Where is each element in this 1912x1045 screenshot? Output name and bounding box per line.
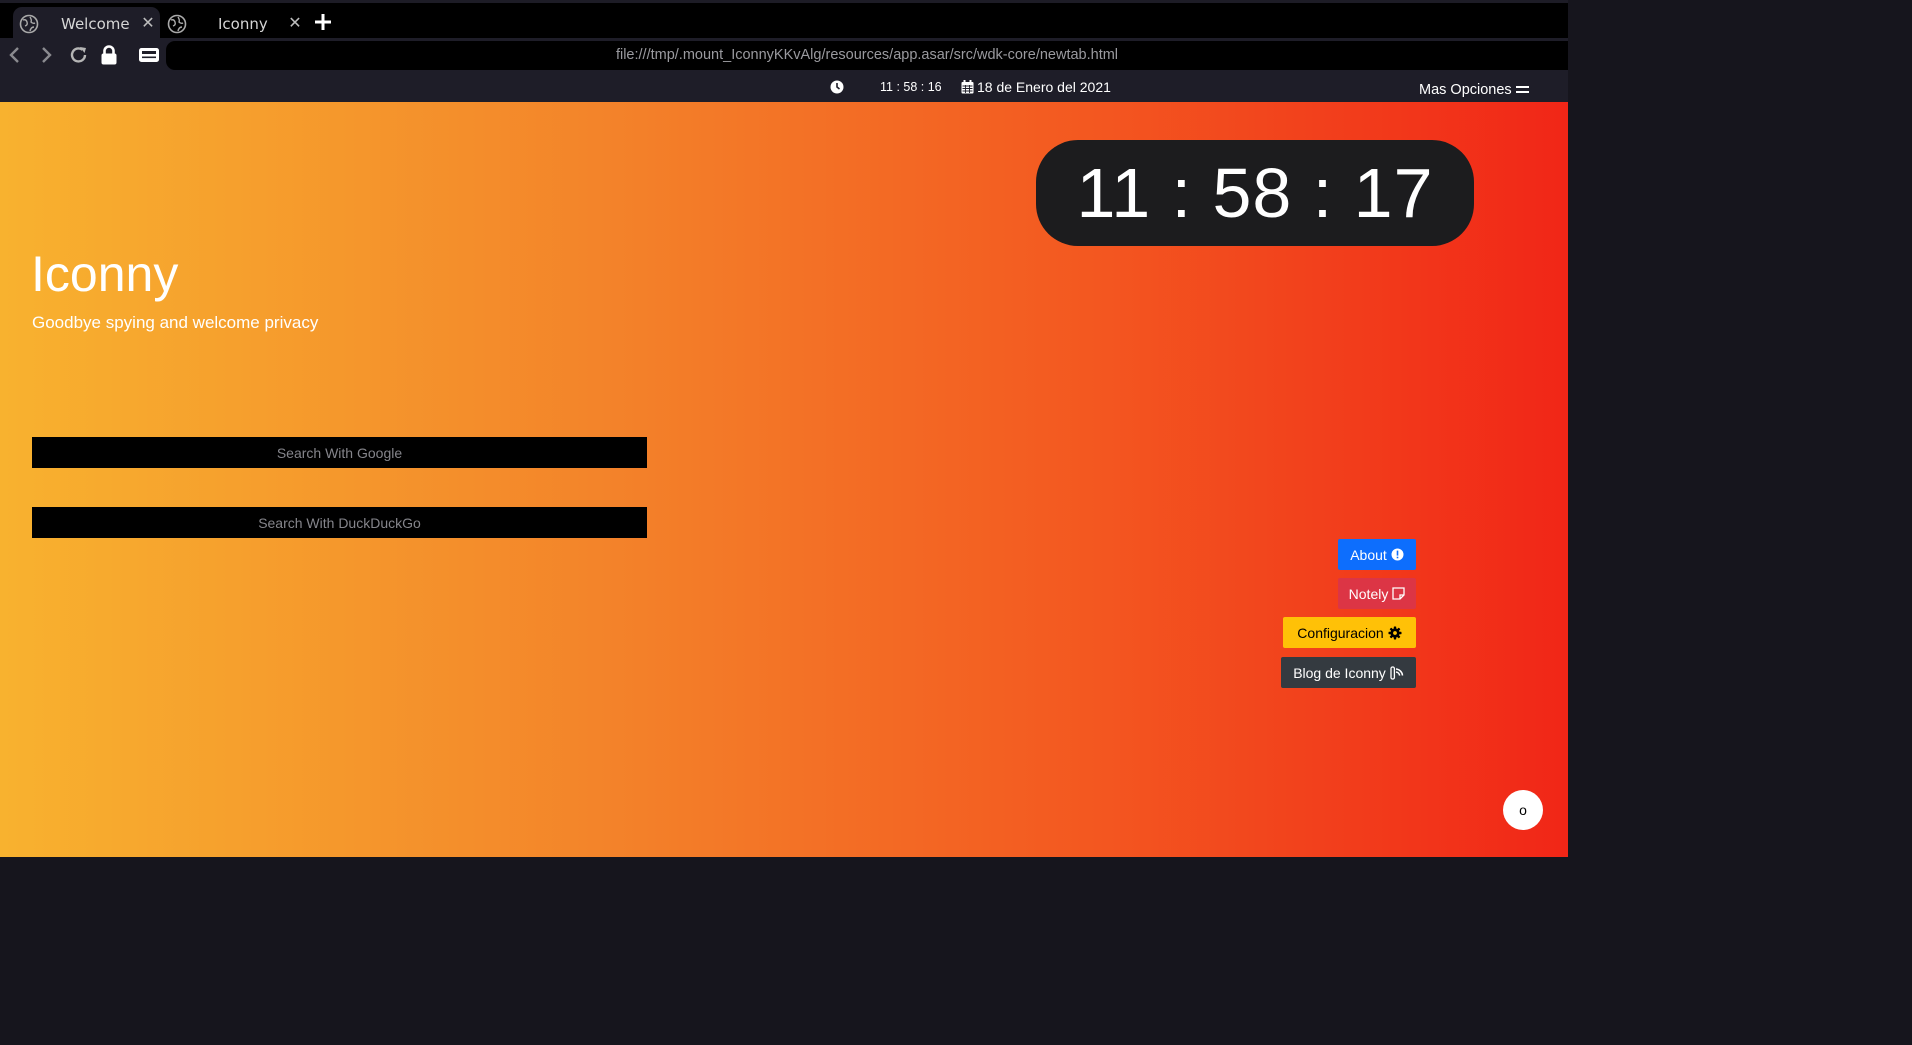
tab-iconny[interactable]: Iconny ✕ [161,7,306,41]
notely-label: Notely [1348,585,1389,602]
configuracion-label: Configuracion [1297,624,1384,641]
sticky-note-icon [1392,587,1405,600]
duckduckgo-search-input[interactable] [32,507,647,538]
configuracion-button[interactable]: Configuracion [1283,617,1416,648]
globe-icon [167,14,187,34]
tab-close-icon[interactable]: ✕ [139,13,157,33]
browser-window: Welcome ✕ Iconny ✕ file:///tmp/.mount_Ic… [0,0,1568,857]
card-icon[interactable] [137,43,161,67]
forward-arrow-icon[interactable] [34,43,58,67]
tab-close-icon[interactable]: ✕ [286,13,304,33]
hamburger-icon [1516,86,1529,93]
page-title: Iconny [31,246,179,302]
toolbar-date: 18 de Enero del 2021 [977,79,1111,95]
google-search-input[interactable] [32,437,647,468]
about-button[interactable]: About [1338,539,1416,570]
info-bar: 11 : 58 : 16 18 de Enero del 2021 Mas Op… [0,72,1568,106]
floating-action-button[interactable]: o [1503,790,1543,830]
blog-label: Blog de Iconny [1293,664,1386,681]
reload-icon[interactable] [67,43,91,67]
page-subtitle: Goodbye spying and welcome privacy [32,313,319,332]
tab-title: Iconny [218,15,268,33]
more-options-label: Mas Opciones [1419,82,1512,98]
calendar-icon [961,80,974,94]
notely-button[interactable]: Notely [1338,578,1416,609]
info-circle-icon [1391,548,1404,561]
big-clock: 11 : 58 : 17 [1036,140,1474,246]
back-arrow-icon[interactable] [3,43,27,67]
tab-title: Welcome [61,15,130,33]
about-label: About [1350,546,1387,563]
new-tab-plus-icon[interactable] [312,11,334,33]
tab-strip: Welcome ✕ Iconny ✕ [0,0,1568,41]
blog-button[interactable]: Blog de Iconny [1281,657,1416,688]
lock-icon[interactable] [97,43,121,67]
tab-welcome[interactable]: Welcome ✕ [13,7,160,41]
newtab-page: 11 : 58 : 17 Iconny Goodbye spying and w… [0,102,1568,857]
gear-icon [1388,626,1402,639]
clock-icon [830,80,844,94]
toolbar-time: 11 : 58 : 16 [880,80,942,94]
navigation-bar: file:///tmp/.mount_IconnyKKvAlg/resource… [0,38,1568,72]
more-options-button[interactable]: Mas Opciones [1378,72,1568,106]
rss-icon [1390,665,1404,680]
url-bar[interactable]: file:///tmp/.mount_IconnyKKvAlg/resource… [166,41,1568,70]
globe-icon [19,14,39,34]
